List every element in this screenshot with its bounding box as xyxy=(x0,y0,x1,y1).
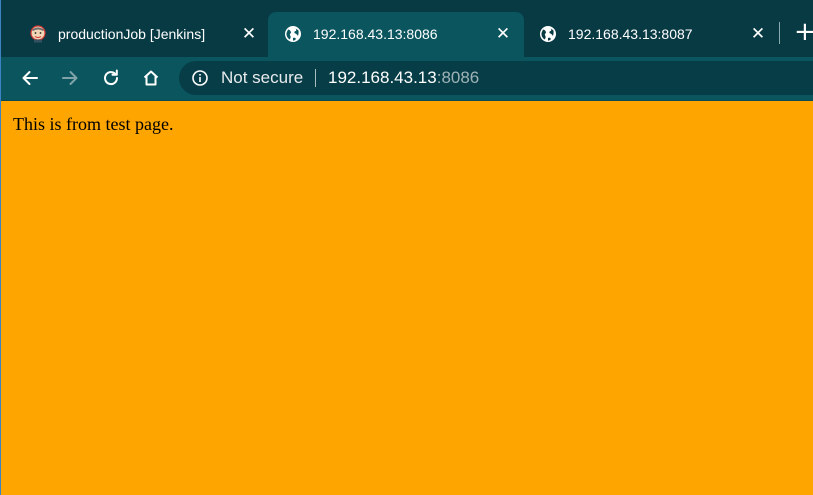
forward-arrow-icon[interactable] xyxy=(57,65,83,91)
reload-icon[interactable] xyxy=(98,65,124,91)
security-status-label[interactable]: Not secure xyxy=(221,68,303,88)
close-tab-icon[interactable]: ✕ xyxy=(494,25,512,43)
tab-8087[interactable]: 192.168.43.13:8087 ✕ xyxy=(523,12,779,57)
home-icon[interactable] xyxy=(138,65,164,91)
tab-separator xyxy=(779,22,780,44)
tab-title: productionJob [Jenkins] xyxy=(58,26,206,42)
url-host: 192.168.43.13 xyxy=(328,68,437,87)
browser-window: productionJob [Jenkins] ✕ 192.168.43.13:… xyxy=(0,0,813,495)
back-arrow-icon[interactable] xyxy=(17,65,43,91)
tab-production-job[interactable]: productionJob [Jenkins] ✕ xyxy=(13,12,269,57)
new-tab-icon[interactable]: + xyxy=(794,19,813,45)
globe-icon xyxy=(539,25,557,43)
jenkins-butler-icon xyxy=(29,25,47,43)
page-body-text: This is from test page. xyxy=(13,114,174,134)
omnibox-separator xyxy=(315,69,316,87)
close-tab-icon[interactable]: ✕ xyxy=(240,25,258,43)
tab-title: 192.168.43.13:8087 xyxy=(568,26,693,42)
tab-active-8086[interactable]: 192.168.43.13:8086 ✕ xyxy=(268,12,524,57)
globe-icon xyxy=(284,25,302,43)
page-content: This is from test page. xyxy=(1,101,813,495)
info-icon[interactable] xyxy=(191,69,209,87)
url-port: :8086 xyxy=(436,68,480,87)
address-bar[interactable]: Not secure 192.168.43.13:8086 xyxy=(179,61,813,95)
tab-title: 192.168.43.13:8086 xyxy=(313,26,438,42)
tab-strip: productionJob [Jenkins] ✕ 192.168.43.13:… xyxy=(1,0,813,57)
url-text[interactable]: 192.168.43.13:8086 xyxy=(328,68,479,88)
close-tab-icon[interactable]: ✕ xyxy=(749,25,767,43)
